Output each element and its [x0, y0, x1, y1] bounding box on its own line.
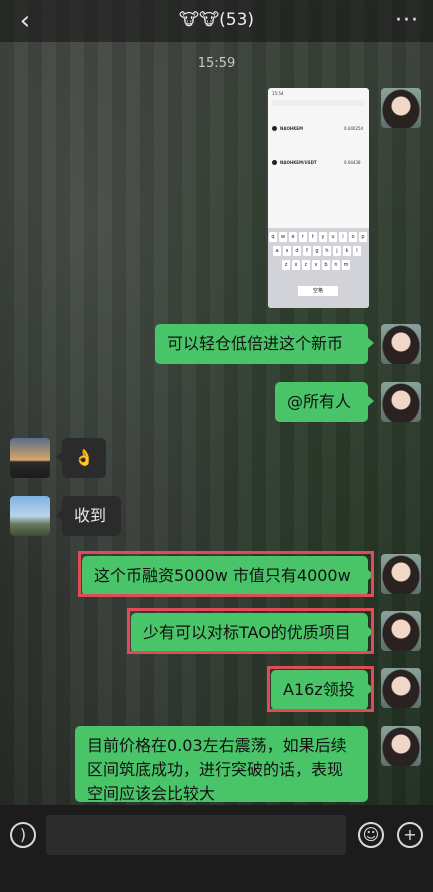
highlight-box — [127, 608, 374, 654]
keyboard-key: u — [329, 232, 337, 242]
plus-icon[interactable]: + — [397, 822, 423, 848]
message-bubble[interactable]: @所有人 — [275, 382, 374, 422]
chat-title: 🐮🐮(53) — [178, 10, 255, 30]
keyboard-key: h — [323, 246, 331, 256]
keyboard-key: n — [332, 260, 340, 270]
screenshot-row-value: 0.04438 — [344, 160, 361, 165]
keyboard-key: q — [269, 232, 277, 242]
keyboard-key: k — [343, 246, 351, 256]
keyboard-key: o — [349, 232, 357, 242]
keyboard-key: j — [333, 246, 341, 256]
avatar[interactable] — [381, 668, 421, 708]
avatar[interactable] — [381, 554, 421, 594]
keyboard-key: b — [322, 260, 330, 270]
keyboard-key: p — [359, 232, 367, 242]
more-options-button[interactable]: ··· — [395, 8, 419, 33]
keyboard-key: z — [282, 260, 290, 270]
avatar[interactable] — [381, 611, 421, 651]
keyboard-key: a — [273, 246, 281, 256]
screenshot-row-value: 0.040254 — [344, 126, 364, 131]
keyboard-key: t — [309, 232, 317, 242]
screenshot-search-bar — [272, 100, 365, 106]
keyboard-key: r — [299, 232, 307, 242]
avatar[interactable] — [381, 382, 421, 422]
message-input[interactable] — [46, 815, 346, 855]
coin-icon — [272, 160, 277, 165]
shared-screenshot-image[interactable]: 15:54 NAOHKEM 0.040254 NAOHKEM/USDT 0.04… — [268, 88, 369, 308]
keyboard-key: f — [303, 246, 311, 256]
keyboard-key: e — [289, 232, 297, 242]
input-bar: ) ☺ + — [0, 805, 433, 892]
chat-header: ‹ 🐮🐮(53) ··· — [0, 0, 433, 42]
keyboard-key: l — [353, 246, 361, 256]
avatar[interactable] — [10, 438, 50, 478]
keyboard-key: w — [279, 232, 287, 242]
avatar[interactable] — [381, 324, 421, 364]
avatar[interactable] — [381, 726, 421, 766]
keyboard-key: i — [339, 232, 347, 242]
coin-icon — [272, 126, 277, 131]
voice-icon[interactable]: ) — [10, 822, 36, 848]
keyboard-key: x — [292, 260, 300, 270]
keyboard-key: m — [342, 260, 350, 270]
avatar[interactable] — [381, 88, 421, 128]
highlight-box — [78, 551, 374, 597]
screenshot-status-time: 15:54 — [272, 91, 284, 96]
screenshot-row-name: NAOHKEM/USDT — [280, 160, 317, 165]
highlight-box — [267, 666, 374, 712]
screenshot-keyboard: qwertyuiop asdfghjkl zxcvbnm 空格 — [268, 228, 369, 308]
space-key: 空格 — [298, 286, 338, 296]
message-timestamp: 15:59 — [197, 56, 236, 71]
avatar[interactable] — [10, 496, 50, 536]
keyboard-key: y — [319, 232, 327, 242]
keyboard-key: s — [283, 246, 291, 256]
message-bubble[interactable]: 收到 — [56, 496, 121, 536]
keyboard-key: d — [293, 246, 301, 256]
keyboard-key: g — [313, 246, 321, 256]
screenshot-row-name: NAOHKEM — [280, 126, 304, 131]
emoji-icon[interactable]: ☺ — [358, 822, 384, 848]
keyboard-key: v — [312, 260, 320, 270]
keyboard-key: c — [302, 260, 310, 270]
message-bubble[interactable]: 可以轻仓低倍进这个新币 — [155, 324, 374, 364]
message-bubble[interactable]: 👌 — [56, 438, 106, 478]
message-bubble[interactable]: 目前价格在0.03左右震荡，如果后续区间筑底成功，进行突破的话，表现空间应该会比… — [75, 726, 368, 802]
